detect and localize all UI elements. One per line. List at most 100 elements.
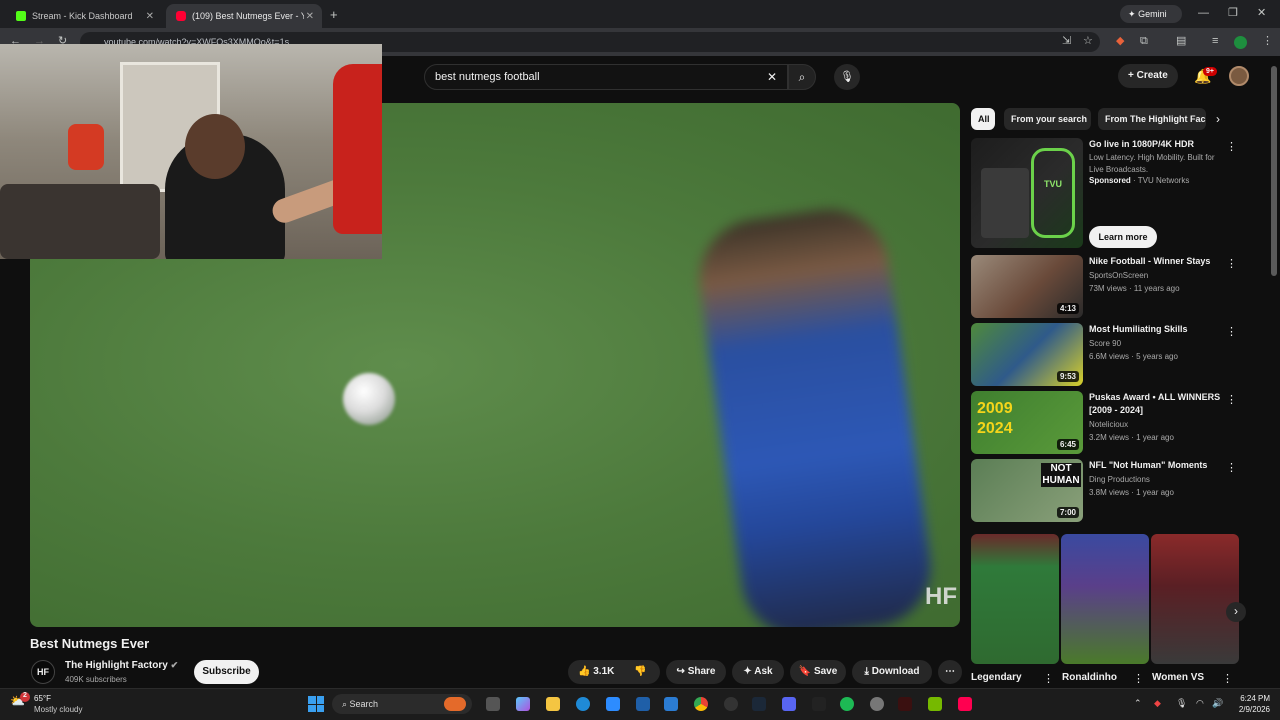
more-actions-button[interactable]: ⋯ [938,660,962,684]
page-scrollbar[interactable] [1271,66,1277,276]
more-icon[interactable]: ⋮ [1226,461,1237,474]
spotify-icon[interactable] [840,697,854,711]
voice-search-button[interactable]: 🎙 [834,64,860,90]
video-frame-ball [343,373,395,425]
outlook-icon[interactable] [664,697,678,711]
bookmark-star-icon[interactable]: ☆ [1083,36,1093,47]
more-icon[interactable]: ⋮ [1226,393,1237,406]
download-button[interactable]: ⤓ Download [852,660,932,684]
chevron-right-icon[interactable]: › [1216,112,1220,126]
webcam-overlay [0,44,382,259]
nvidia-icon[interactable] [928,697,942,711]
browser-tab-bar: Stream - Kick Dashboard ✕ (109) Best Nut… [0,0,1280,28]
ad-description: Low Latency. High Mobility. Built for Li… [1089,153,1215,174]
account-avatar[interactable] [1229,66,1249,86]
close-icon[interactable]: ✕ [306,11,314,22]
search-button[interactable]: ⌕ [788,64,816,90]
chevron-right-icon: › [1234,604,1238,618]
more-icon[interactable]: ⋮ [1226,257,1237,270]
install-icon[interactable]: ⇲ [1062,36,1071,47]
steam-icon[interactable] [752,697,766,711]
clock[interactable]: 6:24 PM 2/9/2026 [1230,693,1270,715]
short-title: Legendary [971,672,1022,683]
short-title: Women VS [1152,672,1205,683]
more-icon[interactable]: ⋮ [1226,140,1237,153]
kick-icon [16,11,26,21]
short-card[interactable] [1061,534,1149,664]
discord-icon[interactable] [782,697,796,711]
sidepanel-icon[interactable]: ▤ [1176,36,1186,47]
chip-from-channel[interactable]: From The Highlight Fac [1098,108,1206,130]
recommendation-item[interactable]: 9:53 Most Humiliating Skills Score 90 6.… [971,323,1241,386]
settings-gear-icon[interactable] [870,697,884,711]
window-close-icon[interactable]: ✕ [1257,8,1266,19]
tab-kick[interactable]: Stream - Kick Dashboard ✕ [6,4,162,28]
chip-from-search[interactable]: From your search [1004,108,1091,130]
share-button[interactable]: ↪ Share [666,660,726,684]
sponsored-card[interactable]: TVU Go live in 1080P/4K HDR Low Latency.… [971,138,1241,248]
shorts-next-button[interactable]: › [1226,602,1246,622]
file-explorer-icon[interactable] [546,697,560,711]
short-card[interactable] [1151,534,1239,664]
maximize-icon[interactable]: ❐ [1228,8,1238,19]
volume-icon[interactable]: 🔊 [1212,698,1223,709]
create-button[interactable]: + Create [1118,64,1178,88]
subscribe-button[interactable]: Subscribe [194,660,259,684]
plus-icon: + [1128,70,1137,81]
short-title: Ronaldinho [1062,672,1117,683]
tab-youtube[interactable]: (109) Best Nutmegs Ever - YouT ✕ [166,4,322,28]
notification-badge: 9+ [1203,67,1217,76]
taskbar-search[interactable]: ⌕ Search [332,694,472,714]
menu-dots-icon[interactable]: ⋮ [1262,36,1273,47]
recommendation-item[interactable]: 4:13 Nike Football - Winner Stays Sports… [971,255,1241,318]
more-icon[interactable]: ⋮ [1222,672,1233,685]
profile-avatar[interactable] [1234,36,1247,49]
task-view-icon[interactable] [486,697,500,711]
subscriber-count: 409K subscribers [65,675,127,684]
search-input[interactable]: best nutmegs football ✕ [424,64,788,90]
start-button[interactable] [308,696,324,712]
close-icon[interactable]: ✕ [146,11,154,22]
store-icon[interactable] [606,697,620,711]
chevron-up-icon[interactable]: ⌃ [1134,698,1142,709]
extension-icon[interactable]: ◆ [1116,36,1124,47]
save-button[interactable]: 🔖 Save [790,660,846,684]
tiktok-icon[interactable] [958,697,972,711]
edge-icon[interactable] [576,697,590,711]
weather-widget[interactable]: ⛅ 2 65°F Mostly cloudy [8,692,82,716]
learn-more-button[interactable]: Learn more [1089,226,1157,248]
ad-device [981,168,1029,238]
chrome-icon[interactable] [694,697,708,711]
more-icon[interactable]: ⋮ [1043,672,1054,685]
thumbnail-not-human-text: NOT HUMAN [1041,463,1081,487]
chip-all[interactable]: All [971,108,995,130]
copilot-icon[interactable] [516,697,530,711]
clear-search-icon[interactable]: ✕ [767,70,777,84]
gemini-button[interactable]: ✦ Gemini [1120,5,1182,23]
tray-app-icon[interactable]: ◆ [1154,698,1161,709]
recommendation-item[interactable]: NOT HUMAN 7:00 NFL "Not Human" Moments D… [971,459,1241,522]
more-icon[interactable]: ⋮ [1133,672,1144,685]
new-tab-icon[interactable]: + [330,8,338,21]
more-icon: ⋯ [945,666,955,677]
like-button[interactable]: 👍 3.1K [578,666,614,677]
mic-tray-icon[interactable]: 🎙 [1176,698,1187,709]
ask-button[interactable]: ✦ Ask [732,660,784,684]
epic-games-icon[interactable] [898,697,912,711]
sparkle-icon: ✦ [743,666,755,677]
wifi-icon[interactable]: ◠ [1196,698,1204,709]
short-card[interactable] [971,534,1059,664]
extensions-puzzle-icon[interactable]: ⧉ [1140,36,1148,47]
capcut-icon[interactable] [812,697,826,711]
tab-title: (109) Best Nutmegs Ever - YouT [192,11,304,21]
more-icon[interactable]: ⋮ [1226,325,1237,338]
word-icon[interactable] [636,697,650,711]
ad-thumbnail: TVU [971,138,1083,248]
minimize-icon[interactable]: — [1198,8,1209,19]
tab-search-icon[interactable]: ≡ [1212,36,1218,47]
channel-avatar[interactable]: HF [31,660,55,684]
obs-icon[interactable] [724,697,738,711]
channel-name[interactable]: The Highlight Factory ✔ [65,660,178,671]
recommendation-item[interactable]: 2009 2024 6:45 Puskas Award • ALL WINNER… [971,391,1241,454]
dislike-button[interactable]: 👎 [634,666,646,677]
